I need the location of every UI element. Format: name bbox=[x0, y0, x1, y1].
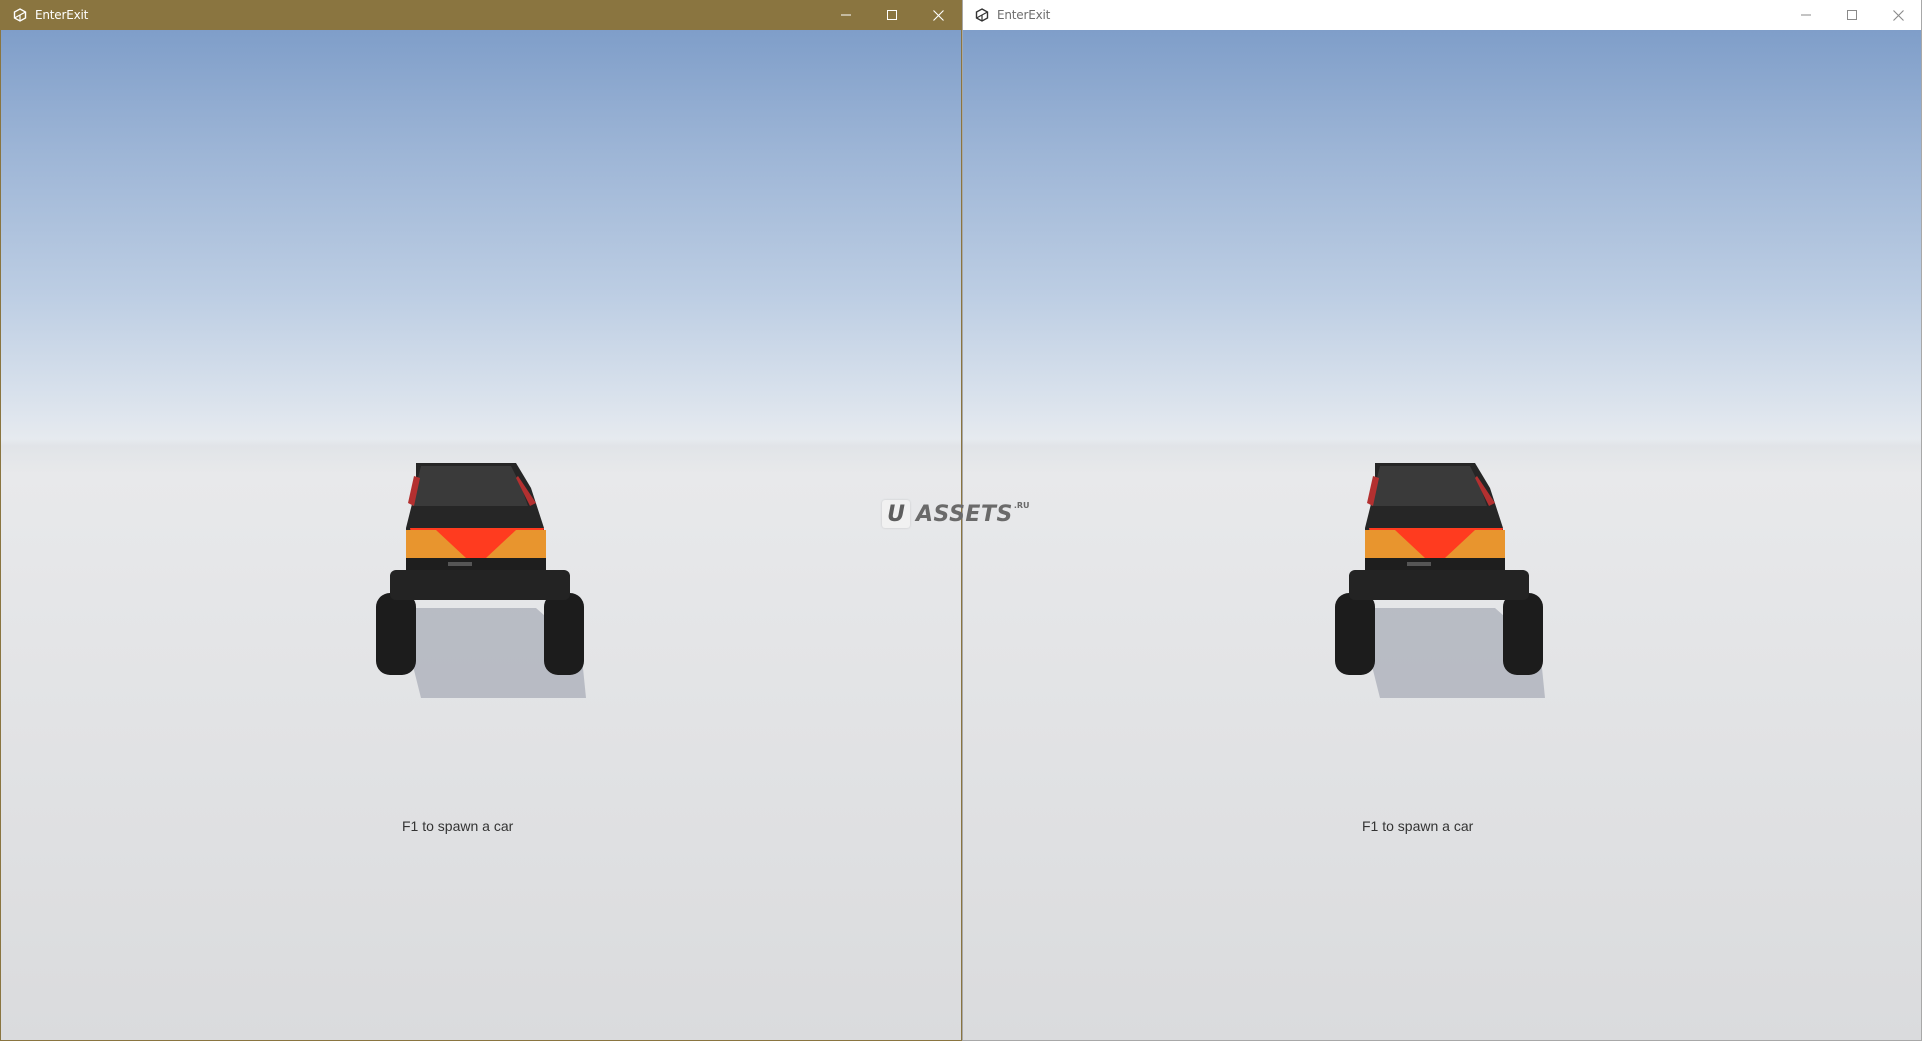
maximize-icon bbox=[887, 10, 897, 20]
titlebar[interactable]: EnterExit bbox=[963, 0, 1921, 31]
game-viewport[interactable]: F1 to spawn a car bbox=[1, 30, 961, 1040]
minimize-icon bbox=[1801, 14, 1811, 16]
close-icon bbox=[1892, 9, 1904, 21]
titlebar[interactable]: EnterExit bbox=[1, 0, 961, 30]
spawn-hint: F1 to spawn a car bbox=[1362, 818, 1474, 834]
close-button[interactable] bbox=[915, 0, 961, 30]
window-controls bbox=[1783, 0, 1921, 30]
window-controls bbox=[823, 0, 961, 30]
game-window-right[interactable]: EnterExit F1 to spawn a car bbox=[962, 0, 1922, 1041]
watermark-suffix: .RU bbox=[1013, 501, 1030, 510]
game-window-left[interactable]: EnterExit F1 to spawn a car bbox=[0, 0, 962, 1041]
game-viewport[interactable]: F1 to spawn a car bbox=[963, 30, 1921, 1040]
watermark-logo: U bbox=[882, 500, 910, 528]
desktop: EnterExit F1 to spawn a car EnterExit F1… bbox=[0, 0, 1922, 1041]
minimize-button[interactable] bbox=[1783, 0, 1829, 30]
spawn-hint: F1 to spawn a car bbox=[402, 818, 514, 834]
minimize-icon bbox=[841, 14, 851, 16]
maximize-icon bbox=[1847, 10, 1857, 20]
window-title: EnterExit bbox=[997, 8, 1051, 22]
unity-icon bbox=[974, 7, 990, 23]
maximize-button[interactable] bbox=[1829, 0, 1875, 30]
minimize-button[interactable] bbox=[823, 0, 869, 30]
car-model bbox=[1335, 463, 1545, 698]
watermark-text: ASSETS bbox=[916, 502, 1013, 527]
maximize-button[interactable] bbox=[869, 0, 915, 30]
car-model bbox=[376, 463, 586, 698]
close-button[interactable] bbox=[1875, 0, 1921, 30]
watermark: U ASSETS .RU bbox=[882, 500, 1030, 528]
window-title: EnterExit bbox=[35, 8, 89, 22]
unity-icon bbox=[12, 7, 28, 23]
close-icon bbox=[932, 9, 944, 21]
